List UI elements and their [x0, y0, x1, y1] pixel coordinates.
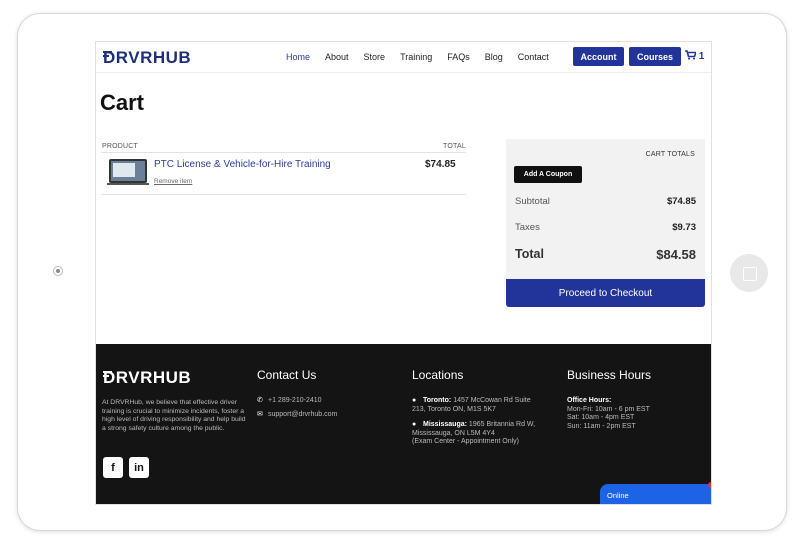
- taxes-label: Taxes: [515, 222, 540, 233]
- remove-item-link[interactable]: Remove item: [154, 178, 192, 185]
- product-total: $74.85: [425, 159, 456, 170]
- divider: [101, 152, 466, 153]
- courses-button[interactable]: Courses: [629, 47, 681, 66]
- facebook-icon[interactable]: f: [103, 457, 123, 478]
- business-hours: Office Hours: Mon-Fri: 10am - 6 pm EST Sat…: [567, 397, 650, 430]
- footer-description: At DRVRHub, we believe that effective dr…: [102, 399, 246, 432]
- contact-phone[interactable]: ✆ +1 289-210-2410: [257, 397, 322, 406]
- locations-heading: Locations: [412, 368, 464, 382]
- phone-icon: ✆: [257, 397, 263, 404]
- nav-link-store[interactable]: Store: [364, 52, 386, 62]
- logo-bars-icon: [103, 51, 112, 59]
- nav-link-about[interactable]: About: [325, 52, 349, 62]
- logo-bars-icon: [103, 371, 112, 379]
- location-toronto: ● Toronto: 1457 McCowan Rd Suite 213, Toro…: [412, 397, 531, 413]
- site-logo[interactable]: DRVRHUB: [103, 48, 191, 68]
- camera-icon: [53, 266, 63, 276]
- location-mississauga: ● Mississauga: 1965 Britannia Rd W, Missis…: [412, 421, 536, 445]
- business-hours-heading: Business Hours: [567, 368, 652, 382]
- footer-logo[interactable]: DRVRHUB: [103, 368, 191, 388]
- product-name-link[interactable]: PTC License & Vehicle-for-Hire Training: [154, 159, 331, 170]
- cart-link[interactable]: 1: [685, 50, 704, 62]
- subtotal-label: Subtotal: [515, 196, 550, 207]
- contact-heading: Contact Us: [257, 368, 317, 382]
- nav-link-contact[interactable]: Contact: [518, 52, 549, 62]
- column-header-product: PRODUCT: [102, 143, 139, 150]
- map-pin-icon: ●: [412, 421, 417, 428]
- nav-link-training[interactable]: Training: [400, 52, 432, 62]
- cart-icon: [685, 50, 698, 60]
- nav-link-home[interactable]: Home: [286, 52, 310, 62]
- site-footer: DRVRHUB At DRVRHub, we believe that effe…: [96, 344, 711, 504]
- contact-email[interactable]: ✉ support@drvrhub.com: [257, 411, 337, 420]
- product-thumbnail[interactable]: [107, 159, 149, 185]
- mail-icon: ✉: [257, 411, 263, 418]
- map-pin-icon: ●: [412, 397, 417, 404]
- nav-link-blog[interactable]: Blog: [485, 52, 503, 62]
- chat-widget[interactable]: Online: [600, 484, 711, 504]
- home-button[interactable]: [730, 254, 768, 292]
- linkedin-icon[interactable]: in: [129, 457, 149, 478]
- column-header-total: TOTAL: [443, 143, 466, 150]
- total-label: Total: [515, 247, 544, 261]
- chat-status-dot: [708, 482, 711, 488]
- proceed-to-checkout-button[interactable]: Proceed to Checkout: [506, 279, 705, 307]
- divider: [101, 194, 466, 195]
- total-value: $84.58: [656, 247, 696, 262]
- cart-totals-panel: CART TOTALS Add A Coupon Subtotal $74.85…: [506, 139, 705, 279]
- page-title: Cart: [100, 90, 145, 115]
- cart-count: 1: [698, 51, 705, 62]
- top-nav: DRVRHUB Home About Store Training FAQs B…: [96, 42, 711, 73]
- taxes-value: $9.73: [672, 222, 696, 233]
- subtotal-value: $74.85: [666, 196, 696, 207]
- nav-link-faqs[interactable]: FAQs: [447, 52, 470, 62]
- browser-screen: DRVRHUB Home About Store Training FAQs B…: [95, 41, 712, 505]
- cart-totals-title: CART TOTALS: [645, 151, 695, 158]
- add-coupon-button[interactable]: Add A Coupon: [514, 166, 582, 183]
- account-button[interactable]: Account: [573, 47, 624, 66]
- nav-links: Home About Store Training FAQs Blog Cont…: [286, 52, 564, 62]
